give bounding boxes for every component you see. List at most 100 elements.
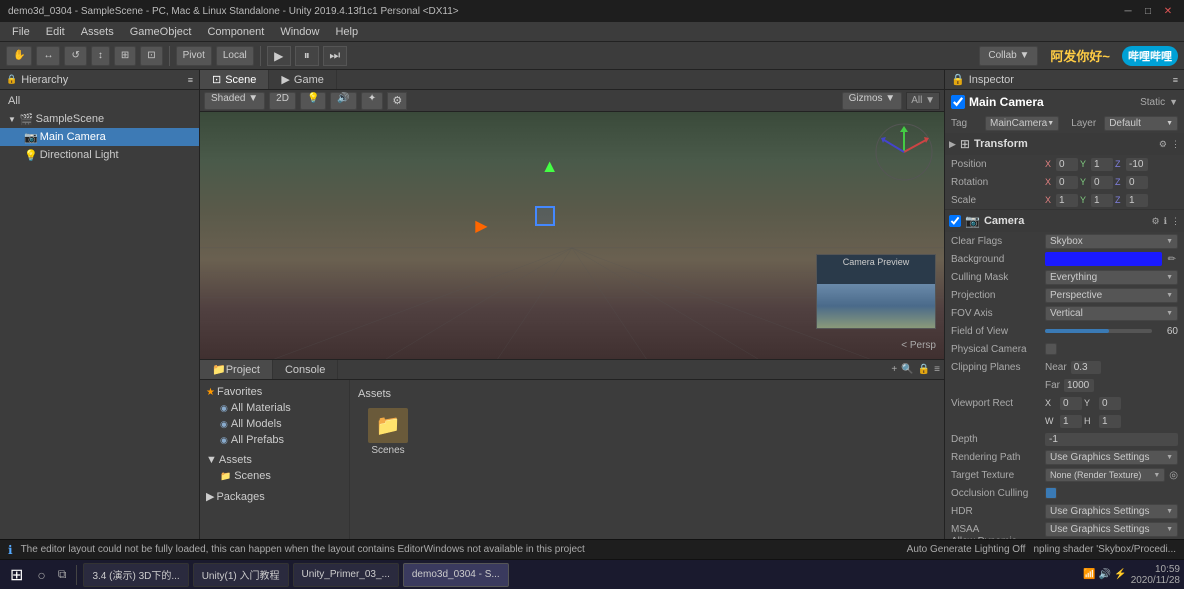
background-edit-button[interactable]: ✏ [1166, 254, 1178, 265]
taskbar-btn-unity1[interactable]: Unity(1) 入门教程 [193, 563, 289, 587]
scenes-asset-item[interactable]: 📁 Scenes [358, 408, 418, 456]
scene-viewport[interactable]: ▲ ▶ < Persp Camera Pre [200, 112, 944, 359]
scene-search[interactable]: All ▼ [906, 92, 940, 110]
taskbar-btn-34[interactable]: 3.4 (演示) 3D下的... [83, 563, 188, 587]
camera-overflow-icon[interactable]: ⋮ [1171, 216, 1180, 227]
camera-enabled-checkbox[interactable] [949, 215, 961, 227]
camera-header[interactable]: 📷 Camera ⚙ ℹ ⋮ [945, 210, 1184, 232]
tab-console[interactable]: Console [273, 360, 338, 379]
tool-rect[interactable]: ⊞ [114, 46, 136, 66]
all-prefabs-item[interactable]: ◉ All Prefabs [204, 432, 345, 448]
hdr-dropdown[interactable]: Use Graphics Settings [1045, 504, 1178, 519]
depth-value[interactable]: -1 [1045, 433, 1178, 446]
target-texture-pick-icon[interactable]: ◎ [1169, 470, 1178, 481]
pivot-button[interactable]: Pivot [176, 46, 212, 66]
transform-overflow-icon[interactable]: ⋮ [1171, 139, 1180, 150]
viewport-y[interactable]: Y 0 [1084, 397, 1121, 410]
start-button[interactable]: ⊞ [4, 565, 29, 585]
task-view-button[interactable]: ⧉ [54, 567, 71, 582]
tool-transform[interactable]: ⊡ [140, 46, 162, 66]
project-search-button[interactable]: 🔍 [901, 364, 913, 375]
projection-dropdown[interactable]: Perspective [1045, 288, 1178, 303]
shaded-button[interactable]: Shaded ▼ [204, 92, 265, 110]
menu-assets[interactable]: Assets [73, 26, 122, 38]
physical-camera-checkbox[interactable] [1045, 343, 1057, 355]
tool-scale[interactable]: ↕ [91, 46, 110, 66]
lights-button[interactable]: 💡 [300, 92, 326, 110]
tool-rotate[interactable]: ↺ [64, 46, 86, 66]
scene-settings-button[interactable]: ⚙ [387, 92, 407, 110]
tool-hand[interactable]: ✋ [6, 46, 32, 66]
menu-gameobject[interactable]: GameObject [122, 26, 200, 38]
fov-axis-dropdown[interactable]: Vertical [1045, 306, 1178, 321]
step-button[interactable]: ⏭ [323, 46, 347, 66]
scale-y[interactable]: Y 1 [1080, 194, 1113, 207]
search-button[interactable]: ○ [33, 567, 49, 583]
fov-slider[interactable]: 60 [1045, 326, 1178, 337]
hierarchy-menu-icon[interactable]: ≡ [188, 75, 193, 85]
play-button[interactable]: ▶ [267, 46, 291, 66]
viewport-x[interactable]: X 0 [1045, 397, 1082, 410]
collab-button[interactable]: Collab ▼ [979, 46, 1038, 66]
assets-sidebar-header[interactable]: ▼ Assets [204, 452, 345, 468]
menu-window[interactable]: Window [272, 26, 327, 38]
far-value[interactable]: 1000 [1064, 379, 1094, 392]
tab-project[interactable]: 📁 Project [200, 360, 273, 379]
favorites-header[interactable]: ★ Favorites [204, 384, 345, 400]
menu-component[interactable]: Component [199, 26, 272, 38]
tag-dropdown[interactable]: MainCamera [985, 116, 1059, 131]
hierarchy-item-main-camera[interactable]: 📷 Main Camera [0, 128, 199, 146]
target-texture-dropdown[interactable]: None (Render Texture) [1045, 468, 1165, 482]
project-menu-button[interactable]: ≡ [934, 364, 940, 375]
position-y[interactable]: Y 1 [1080, 158, 1113, 171]
gizmos-button[interactable]: Gizmos ▼ [842, 92, 903, 110]
clear-flags-dropdown[interactable]: Skybox [1045, 234, 1178, 249]
rendering-path-dropdown[interactable]: Use Graphics Settings [1045, 450, 1178, 465]
inspector-lock-icon[interactable]: 🔒 [951, 73, 965, 86]
rotation-y[interactable]: Y 0 [1080, 176, 1113, 189]
object-enabled-checkbox[interactable] [951, 95, 965, 109]
hierarchy-item-all[interactable]: All [0, 92, 199, 110]
project-lock-button[interactable]: 🔒 [918, 364, 930, 375]
background-color-swatch[interactable] [1045, 252, 1162, 266]
hierarchy-lock-icon[interactable]: 🔒 [6, 74, 17, 85]
hierarchy-item-samplescene[interactable]: ▼ 🎬 SampleScene [0, 110, 199, 128]
all-materials-item[interactable]: ◉ All Materials [204, 400, 345, 416]
all-models-item[interactable]: ◉ All Models [204, 416, 345, 432]
taskbar-btn-demo3d[interactable]: demo3d_0304 - S... [403, 563, 509, 587]
minimize-button[interactable]: ─ [1120, 3, 1136, 19]
occlusion-culling-checkbox[interactable] [1045, 487, 1057, 499]
tool-move[interactable]: ↔ [36, 46, 60, 66]
static-dropdown-icon[interactable]: ▼ [1169, 97, 1178, 107]
msaa-dropdown[interactable]: Use Graphics Settings [1045, 522, 1178, 537]
menu-file[interactable]: File [4, 26, 38, 38]
camera-settings-icon[interactable]: ⚙ [1152, 216, 1160, 227]
fx-button[interactable]: ✦ [361, 92, 383, 110]
layer-dropdown[interactable]: Default [1104, 116, 1178, 131]
scale-x[interactable]: X 1 [1045, 194, 1078, 207]
menu-edit[interactable]: Edit [38, 26, 73, 38]
scenes-folder-item[interactable]: 📁 Scenes [204, 468, 345, 484]
close-button[interactable]: ✕ [1160, 3, 1176, 19]
camera-info-icon[interactable]: ℹ [1164, 216, 1167, 227]
culling-mask-dropdown[interactable]: Everything [1045, 270, 1178, 285]
transform-header[interactable]: ▶ ⊞ Transform ⚙ ⋮ [945, 133, 1184, 155]
maximize-button[interactable]: □ [1140, 3, 1156, 19]
audio-button[interactable]: 🔊 [330, 92, 356, 110]
viewport-h[interactable]: H 1 [1084, 415, 1121, 428]
near-value[interactable]: 0.3 [1071, 361, 1101, 374]
taskbar-btn-primer[interactable]: Unity_Primer_03_... [293, 563, 399, 587]
viewport-w[interactable]: W 1 [1045, 415, 1082, 428]
inspector-menu-icon[interactable]: ≡ [1173, 75, 1178, 85]
pause-button[interactable]: ⏸ [295, 46, 319, 66]
hierarchy-item-directional-light[interactable]: 💡 Directional Light [0, 146, 199, 164]
project-add-button[interactable]: + [891, 364, 897, 375]
rotation-z[interactable]: Z 0 [1115, 176, 1148, 189]
scale-z[interactable]: Z 1 [1115, 194, 1148, 207]
tab-scene[interactable]: ⊡ Scene [200, 70, 269, 89]
local-button[interactable]: Local [216, 46, 254, 66]
position-z[interactable]: Z -10 [1115, 158, 1148, 171]
2d-button[interactable]: 2D [269, 92, 296, 110]
transform-settings-icon[interactable]: ⚙ [1159, 139, 1167, 150]
menu-help[interactable]: Help [327, 26, 366, 38]
